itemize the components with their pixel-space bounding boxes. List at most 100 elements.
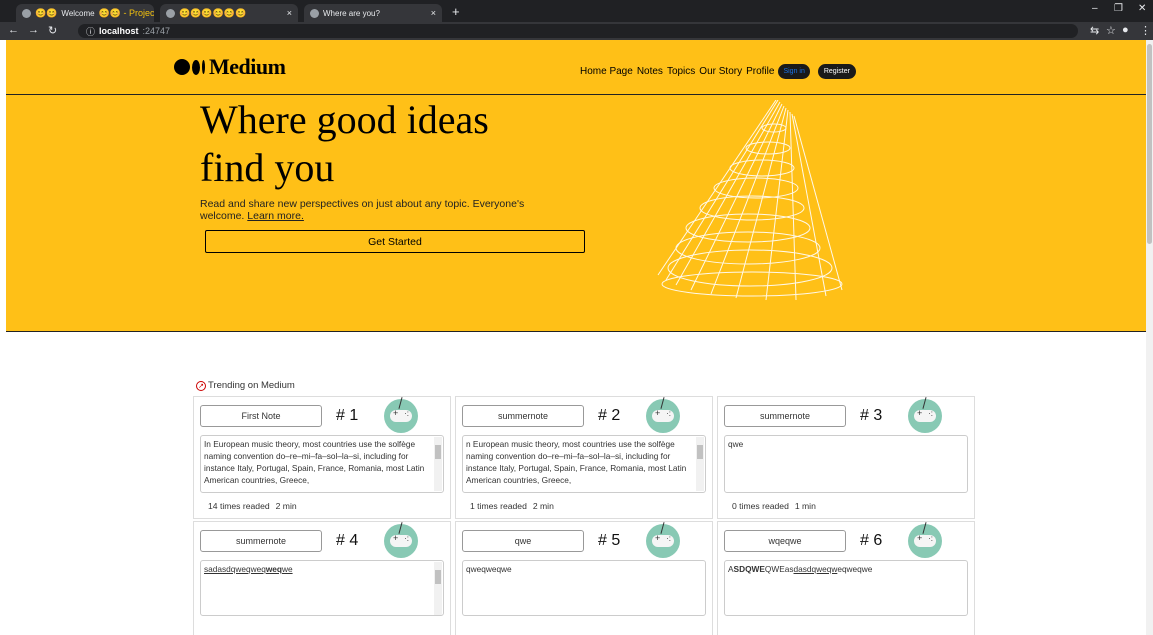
logo-text: Medium: [209, 54, 286, 79]
note-title[interactable]: wqeqwe: [724, 530, 846, 552]
get-started-button[interactable]: Get Started: [205, 230, 585, 253]
gamepad-icon: [914, 533, 936, 547]
info-icon[interactable]: ⓘ: [86, 25, 95, 38]
bookmark-star-icon[interactable]: ☆: [1106, 24, 1116, 37]
read-count: 14 times readed: [208, 501, 270, 511]
note-card: qwe # 5 qweqweqwe: [455, 521, 713, 635]
new-tab-icon[interactable]: +: [452, 4, 460, 19]
medium-logo[interactable]: Medium: [174, 54, 286, 80]
note-card: First Note # 1 In European music theory,…: [193, 396, 451, 519]
note-preview[interactable]: qwe: [724, 435, 968, 493]
author-avatar[interactable]: [908, 522, 942, 558]
gamepad-icon: [390, 408, 412, 422]
note-card: summernote # 4 sadasdqweqweqweqwe: [193, 521, 451, 635]
page-content: Medium Home Page Notes Topics Our Story …: [6, 40, 1146, 635]
note-rank: # 3: [860, 407, 883, 424]
note-preview[interactable]: sadasdqweqweqweqwe: [200, 560, 444, 616]
read-count: 0 times readed: [732, 501, 789, 511]
read-time: 2 min: [275, 501, 297, 511]
top-navigation: Home Page Notes Topics Our Story Profile…: [580, 64, 856, 79]
trending-grid: First Note # 1 In European music theory,…: [193, 396, 975, 635]
tab-emoji: 😊😊: [35, 7, 58, 18]
author-avatar[interactable]: [908, 397, 942, 433]
medium-logo-icon: [174, 59, 205, 75]
browser-tab-emoji[interactable]: 😊😊😊😊😊😊 ×: [160, 4, 298, 22]
note-title[interactable]: summernote: [462, 405, 584, 427]
preview-scrollbar[interactable]: [434, 437, 442, 491]
author-avatar[interactable]: [384, 397, 418, 433]
trending-heading: ↗ Trending on Medium: [196, 380, 295, 391]
tab-label: Welcome: [61, 8, 95, 18]
read-time: 1 min: [794, 501, 816, 511]
scrollbar-thumb[interactable]: [1147, 44, 1152, 244]
note-stats: 1 times readed 2 min: [470, 501, 554, 511]
browser-address-bar: ← → ↻ ⓘ localhost:24747 ⇆ ☆ ● ⋮: [0, 22, 1153, 40]
register-button[interactable]: Register: [817, 64, 856, 79]
note-title[interactable]: qwe: [462, 530, 584, 552]
read-count: 1 times readed: [470, 501, 527, 511]
profile-icon[interactable]: ●: [1122, 24, 1129, 36]
url-field[interactable]: ⓘ localhost:24747: [78, 24, 1078, 38]
restore-icon[interactable]: ❐: [1114, 3, 1123, 14]
gamepad-icon: [652, 408, 674, 422]
note-card: wqeqwe # 6 ASDQWEQWEasdasdqweqweqweqwe: [717, 521, 975, 635]
note-title[interactable]: summernote: [200, 530, 322, 552]
preview-scrollbar[interactable]: [696, 437, 704, 491]
medium-m-artwork: [657, 100, 843, 300]
tab-suffix: 😊😊 - ProjectM: [98, 7, 154, 18]
read-time: 2 min: [532, 501, 554, 511]
note-card: summernote # 3 qwe 0 times readed 1 min: [717, 396, 975, 519]
browser-tab-welcome[interactable]: 😊😊 Welcome 😊😊 - ProjectM ×: [16, 4, 154, 22]
note-title[interactable]: First Note: [200, 405, 322, 427]
note-card: summernote # 2 n European music theory, …: [455, 396, 713, 519]
nav-notes[interactable]: Notes: [637, 66, 663, 77]
note-stats: 0 times readed 1 min: [732, 501, 816, 511]
note-rank: # 4: [336, 532, 359, 549]
trending-label: Trending on Medium: [208, 380, 295, 391]
author-avatar[interactable]: [384, 522, 418, 558]
page-scrollbar[interactable]: [1146, 40, 1153, 635]
note-stats: 14 times readed 2 min: [208, 501, 297, 511]
note-preview[interactable]: n European music theory, most countries …: [462, 435, 706, 493]
note-rank: # 6: [860, 532, 883, 549]
gamepad-icon: [652, 533, 674, 547]
author-avatar[interactable]: [646, 397, 680, 433]
note-preview[interactable]: In European music theory, most countries…: [200, 435, 444, 493]
browser-tab-bar: 😊😊 Welcome 😊😊 - ProjectM × 😊😊😊😊😊😊 × Wher…: [0, 0, 1153, 22]
tab-label: Where are you?: [323, 8, 380, 18]
preview-scrollbar[interactable]: [434, 562, 442, 615]
browser-tab-where[interactable]: Where are you? ×: [304, 4, 442, 22]
tab-close-icon[interactable]: ×: [287, 8, 292, 18]
tab-label: 😊😊😊😊😊😊: [179, 7, 247, 18]
forward-icon[interactable]: →: [28, 24, 39, 36]
note-rank: # 2: [598, 407, 621, 424]
learn-more-link[interactable]: Learn more.: [247, 210, 304, 222]
author-avatar[interactable]: [646, 522, 680, 558]
header-divider: [6, 94, 1146, 95]
gamepad-icon: [390, 533, 412, 547]
note-title[interactable]: summernote: [724, 405, 846, 427]
url-host: localhost: [99, 26, 139, 36]
tab-favicon-icon: [166, 8, 175, 18]
minimize-icon[interactable]: –: [1092, 3, 1098, 14]
note-preview[interactable]: qweqweqwe: [462, 560, 706, 616]
note-rank: # 5: [598, 532, 621, 549]
hero-section: Medium Home Page Notes Topics Our Story …: [6, 40, 1146, 332]
hero-subtext: Read and share new perspectives on just …: [200, 198, 560, 222]
sign-in-button[interactable]: Sign in: [778, 64, 810, 79]
headline-line-2: find you: [200, 145, 335, 190]
reload-icon[interactable]: ↻: [48, 24, 57, 37]
trending-icon: ↗: [196, 380, 206, 391]
note-preview[interactable]: ASDQWEQWEasdasdqweqweqweqwe: [724, 560, 968, 616]
note-rank: # 1: [336, 407, 359, 424]
nav-profile[interactable]: Profile: [746, 66, 774, 77]
back-icon[interactable]: ←: [8, 24, 19, 36]
translate-icon[interactable]: ⇆: [1090, 24, 1099, 37]
nav-home-page[interactable]: Home Page: [580, 66, 633, 77]
tab-favicon-icon: [22, 8, 31, 18]
tab-close-icon[interactable]: ×: [431, 8, 436, 18]
menu-icon[interactable]: ⋮: [1140, 24, 1151, 37]
window-close-icon[interactable]: ✕: [1138, 3, 1146, 14]
nav-our-story[interactable]: Our Story: [699, 66, 742, 77]
nav-topics[interactable]: Topics: [667, 66, 695, 77]
